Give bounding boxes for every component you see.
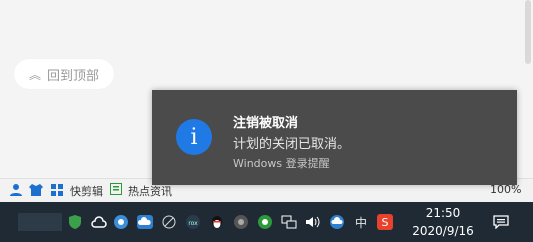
clock-time: 21:50 <box>425 206 461 220</box>
info-icon: i <box>176 119 212 155</box>
volume-icon[interactable] <box>304 213 322 231</box>
satellite-icon[interactable] <box>160 213 178 231</box>
back-to-top-button[interactable]: ︽ 回到顶部 <box>14 59 114 89</box>
taskbar: rox 中 S 21:50 2020/9/16 <box>0 202 533 242</box>
news-icon[interactable] <box>110 183 122 198</box>
media-ball-icon[interactable] <box>232 213 250 231</box>
apps-grid-icon[interactable] <box>50 183 64 200</box>
toast-source: Windows 登录提醒 <box>233 157 330 170</box>
back-to-top-label: 回到顶部 <box>47 68 100 84</box>
quick-edit-link[interactable]: 快剪辑 <box>70 183 103 199</box>
sync-app-icon[interactable] <box>112 213 130 231</box>
baidu-cloud-icon[interactable] <box>136 213 154 231</box>
ime-indicator[interactable]: 中 <box>352 213 370 231</box>
chevron-up-icon: ︽ <box>28 67 41 82</box>
toast-title: 注销被取消 <box>233 116 299 131</box>
green-app-icon[interactable] <box>256 213 274 231</box>
action-center-icon[interactable] <box>492 213 510 231</box>
user-icon[interactable] <box>8 183 24 200</box>
qq-penguin-icon[interactable] <box>208 213 226 231</box>
toast-message: 计划的关闭已取消。 <box>233 137 351 152</box>
taskbar-app-button[interactable] <box>18 213 62 231</box>
shirt-icon[interactable] <box>28 183 44 200</box>
sogou-input-icon[interactable]: S <box>376 213 394 231</box>
scrollbar[interactable] <box>525 0 531 64</box>
network-icon[interactable] <box>280 213 298 231</box>
clock[interactable]: 21:50 2020/9/16 <box>412 204 474 240</box>
cloud-icon[interactable] <box>90 213 108 231</box>
clock-date: 2020/9/16 <box>412 224 474 238</box>
shield-icon[interactable] <box>66 213 84 231</box>
toast-notification[interactable]: i 注销被取消 计划的关闭已取消。 Windows 登录提醒 <box>152 90 517 185</box>
svg-text:rox: rox <box>188 220 198 227</box>
svg-text:S: S <box>382 216 389 229</box>
hot-news-link[interactable]: 热点资讯 <box>128 183 172 199</box>
cloud-sync-icon[interactable] <box>328 213 346 231</box>
app-rox-icon[interactable]: rox <box>184 213 202 231</box>
